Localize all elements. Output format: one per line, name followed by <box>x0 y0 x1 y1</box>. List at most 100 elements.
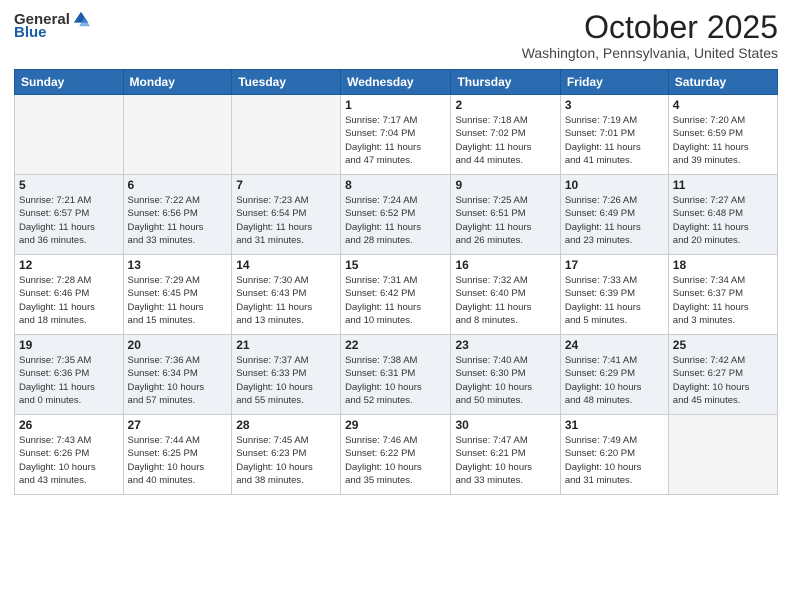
day-number: 22 <box>345 338 446 352</box>
table-row <box>668 415 777 495</box>
table-row: 9 Sunrise: 7:25 AMSunset: 6:51 PMDaylight… <box>451 175 560 255</box>
table-row: 28 Sunrise: 7:45 AMSunset: 6:23 PMDayligh… <box>232 415 341 495</box>
day-number: 26 <box>19 418 119 432</box>
day-number: 20 <box>128 338 228 352</box>
day-number: 10 <box>565 178 664 192</box>
table-row: 15 Sunrise: 7:31 AMSunset: 6:42 PMDayligh… <box>341 255 451 335</box>
page-header: General Blue October 2025 Washington, Pe… <box>14 10 778 61</box>
day-info: Sunrise: 7:30 AMSunset: 6:43 PMDaylight:… <box>236 274 336 327</box>
table-row: 11 Sunrise: 7:27 AMSunset: 6:48 PMDayligh… <box>668 175 777 255</box>
day-info: Sunrise: 7:43 AMSunset: 6:26 PMDaylight:… <box>19 434 119 487</box>
calendar-week-row: 26 Sunrise: 7:43 AMSunset: 6:26 PMDayligh… <box>15 415 778 495</box>
col-sunday: Sunday <box>15 70 124 95</box>
col-saturday: Saturday <box>668 70 777 95</box>
day-info: Sunrise: 7:41 AMSunset: 6:29 PMDaylight:… <box>565 354 664 407</box>
table-row: 4 Sunrise: 7:20 AMSunset: 6:59 PMDaylight… <box>668 95 777 175</box>
day-info: Sunrise: 7:45 AMSunset: 6:23 PMDaylight:… <box>236 434 336 487</box>
col-thursday: Thursday <box>451 70 560 95</box>
table-row <box>232 95 341 175</box>
day-number: 30 <box>455 418 555 432</box>
table-row: 6 Sunrise: 7:22 AMSunset: 6:56 PMDaylight… <box>123 175 232 255</box>
logo-icon <box>72 10 90 28</box>
table-row: 31Sunrise: 7:49 AMSunset: 6:20 PMDayligh… <box>560 415 668 495</box>
day-info: Sunrise: 7:27 AMSunset: 6:48 PMDaylight:… <box>673 194 773 247</box>
day-number: 7 <box>236 178 336 192</box>
day-number: 28 <box>236 418 336 432</box>
month-title: October 2025 <box>522 10 778 45</box>
day-info: Sunrise: 7:21 AMSunset: 6:57 PMDaylight:… <box>19 194 119 247</box>
day-info: Sunrise: 7:23 AMSunset: 6:54 PMDaylight:… <box>236 194 336 247</box>
location: Washington, Pennsylvania, United States <box>522 45 778 61</box>
day-number: 15 <box>345 258 446 272</box>
day-number: 29 <box>345 418 446 432</box>
day-info: Sunrise: 7:29 AMSunset: 6:45 PMDaylight:… <box>128 274 228 327</box>
day-info: Sunrise: 7:18 AMSunset: 7:02 PMDaylight:… <box>455 114 555 167</box>
table-row: 12 Sunrise: 7:28 AMSunset: 6:46 PMDayligh… <box>15 255 124 335</box>
day-number: 2 <box>455 98 555 112</box>
table-row: 7 Sunrise: 7:23 AMSunset: 6:54 PMDaylight… <box>232 175 341 255</box>
table-row: 20 Sunrise: 7:36 AMSunset: 6:34 PMDayligh… <box>123 335 232 415</box>
table-row: 24 Sunrise: 7:41 AMSunset: 6:29 PMDayligh… <box>560 335 668 415</box>
table-row: 13 Sunrise: 7:29 AMSunset: 6:45 PMDayligh… <box>123 255 232 335</box>
day-info: Sunrise: 7:47 AMSunset: 6:21 PMDaylight:… <box>455 434 555 487</box>
table-row: 17 Sunrise: 7:33 AMSunset: 6:39 PMDayligh… <box>560 255 668 335</box>
day-number: 19 <box>19 338 119 352</box>
calendar-header-row: Sunday Monday Tuesday Wednesday Thursday… <box>15 70 778 95</box>
day-number: 6 <box>128 178 228 192</box>
day-number: 27 <box>128 418 228 432</box>
day-info: Sunrise: 7:17 AMSunset: 7:04 PMDaylight:… <box>345 114 446 167</box>
day-info: Sunrise: 7:36 AMSunset: 6:34 PMDaylight:… <box>128 354 228 407</box>
day-info: Sunrise: 7:28 AMSunset: 6:46 PMDaylight:… <box>19 274 119 327</box>
day-number: 9 <box>455 178 555 192</box>
day-info: Sunrise: 7:22 AMSunset: 6:56 PMDaylight:… <box>128 194 228 247</box>
table-row: 1 Sunrise: 7:17 AMSunset: 7:04 PMDaylight… <box>341 95 451 175</box>
table-row: 25Sunrise: 7:42 AMSunset: 6:27 PMDayligh… <box>668 335 777 415</box>
day-number: 13 <box>128 258 228 272</box>
calendar-week-row: 12 Sunrise: 7:28 AMSunset: 6:46 PMDayligh… <box>15 255 778 335</box>
day-number: 11 <box>673 178 773 192</box>
day-info: Sunrise: 7:44 AMSunset: 6:25 PMDaylight:… <box>128 434 228 487</box>
day-info: Sunrise: 7:33 AMSunset: 6:39 PMDaylight:… <box>565 274 664 327</box>
day-number: 5 <box>19 178 119 192</box>
day-info: Sunrise: 7:35 AMSunset: 6:36 PMDaylight:… <box>19 354 119 407</box>
day-number: 8 <box>345 178 446 192</box>
table-row: 5 Sunrise: 7:21 AMSunset: 6:57 PMDaylight… <box>15 175 124 255</box>
day-number: 24 <box>565 338 664 352</box>
col-wednesday: Wednesday <box>341 70 451 95</box>
col-tuesday: Tuesday <box>232 70 341 95</box>
table-row: 26 Sunrise: 7:43 AMSunset: 6:26 PMDayligh… <box>15 415 124 495</box>
day-number: 16 <box>455 258 555 272</box>
day-number: 14 <box>236 258 336 272</box>
col-monday: Monday <box>123 70 232 95</box>
table-row <box>123 95 232 175</box>
day-info: Sunrise: 7:38 AMSunset: 6:31 PMDaylight:… <box>345 354 446 407</box>
day-info: Sunrise: 7:42 AMSunset: 6:27 PMDaylight:… <box>673 354 773 407</box>
day-info: Sunrise: 7:34 AMSunset: 6:37 PMDaylight:… <box>673 274 773 327</box>
col-friday: Friday <box>560 70 668 95</box>
day-info: Sunrise: 7:46 AMSunset: 6:22 PMDaylight:… <box>345 434 446 487</box>
table-row: 10Sunrise: 7:26 AMSunset: 6:49 PMDayligh… <box>560 175 668 255</box>
table-row: 29 Sunrise: 7:46 AMSunset: 6:22 PMDayligh… <box>341 415 451 495</box>
day-number: 1 <box>345 98 446 112</box>
logo: General Blue <box>14 10 90 41</box>
calendar-week-row: 19 Sunrise: 7:35 AMSunset: 6:36 PMDayligh… <box>15 335 778 415</box>
calendar-week-row: 1 Sunrise: 7:17 AMSunset: 7:04 PMDaylight… <box>15 95 778 175</box>
table-row: 18Sunrise: 7:34 AMSunset: 6:37 PMDayligh… <box>668 255 777 335</box>
table-row: 30 Sunrise: 7:47 AMSunset: 6:21 PMDayligh… <box>451 415 560 495</box>
day-info: Sunrise: 7:49 AMSunset: 6:20 PMDaylight:… <box>565 434 664 487</box>
day-info: Sunrise: 7:25 AMSunset: 6:51 PMDaylight:… <box>455 194 555 247</box>
title-section: October 2025 Washington, Pennsylvania, U… <box>522 10 778 61</box>
day-info: Sunrise: 7:20 AMSunset: 6:59 PMDaylight:… <box>673 114 773 167</box>
day-number: 21 <box>236 338 336 352</box>
day-info: Sunrise: 7:37 AMSunset: 6:33 PMDaylight:… <box>236 354 336 407</box>
day-number: 17 <box>565 258 664 272</box>
day-info: Sunrise: 7:19 AMSunset: 7:01 PMDaylight:… <box>565 114 664 167</box>
day-number: 12 <box>19 258 119 272</box>
logo-blue: Blue <box>14 24 47 41</box>
day-info: Sunrise: 7:31 AMSunset: 6:42 PMDaylight:… <box>345 274 446 327</box>
table-row: 19 Sunrise: 7:35 AMSunset: 6:36 PMDayligh… <box>15 335 124 415</box>
table-row: 14 Sunrise: 7:30 AMSunset: 6:43 PMDayligh… <box>232 255 341 335</box>
day-number: 23 <box>455 338 555 352</box>
day-number: 4 <box>673 98 773 112</box>
page-container: General Blue October 2025 Washington, Pe… <box>0 0 792 612</box>
